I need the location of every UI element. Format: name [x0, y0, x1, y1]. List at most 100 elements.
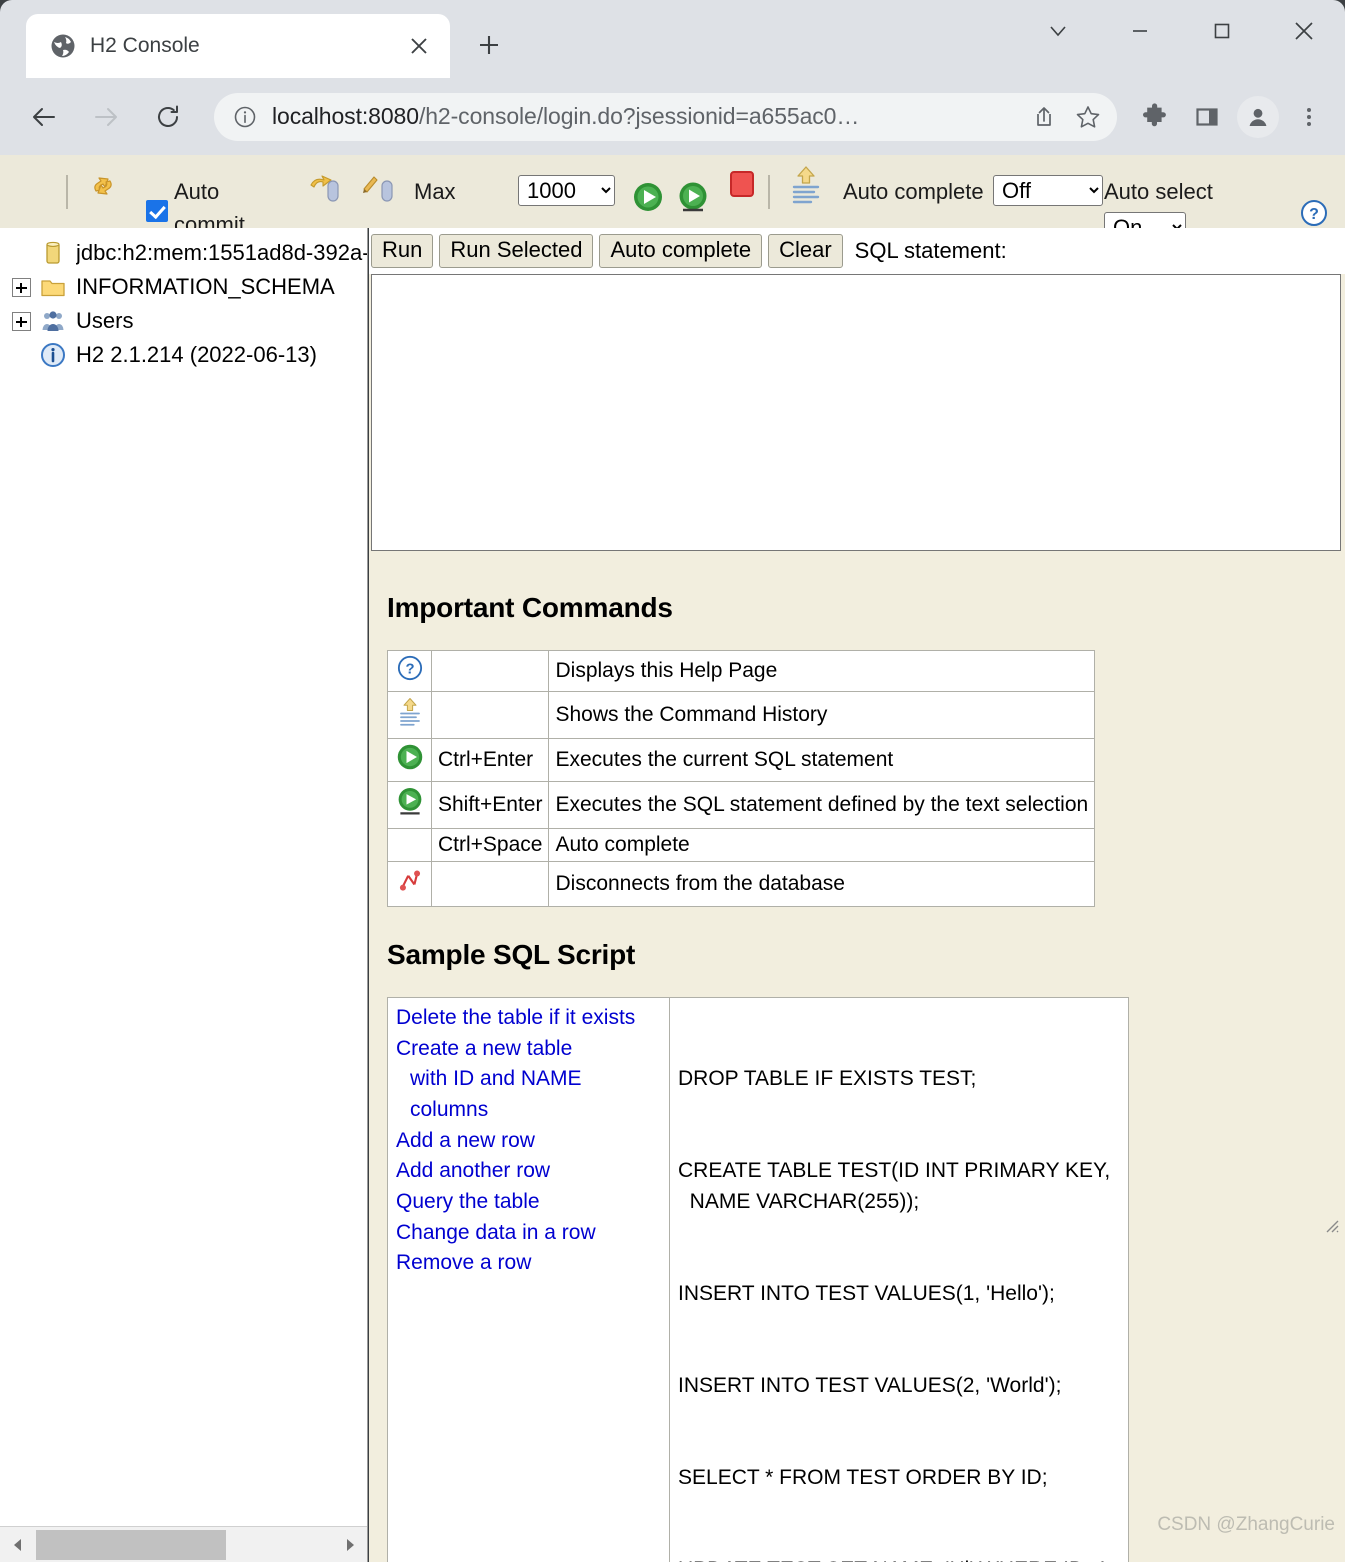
browser-navbar: localhost:8080/h2-console/login.do?jsess…	[0, 78, 1345, 155]
profile-avatar-icon[interactable]	[1237, 95, 1279, 138]
script-descriptions: Delete the table if it exists Create a n…	[387, 997, 670, 1562]
script-link[interactable]: Create a new table	[396, 1034, 661, 1065]
script-link[interactable]: Query the table	[396, 1187, 661, 1218]
sql-and-help-pane: Run Run Selected Auto complete Clear SQL…	[369, 228, 1345, 1562]
history-icon[interactable]	[387, 691, 432, 739]
run-button[interactable]: Run	[371, 233, 434, 269]
auto-select-label: Auto select	[1104, 179, 1213, 204]
extensions-puzzle-icon[interactable]	[1133, 95, 1177, 139]
script-link[interactable]: Add a new row	[396, 1126, 661, 1157]
minimize-icon[interactable]	[1099, 0, 1181, 62]
auto-complete-button[interactable]: Auto complete	[599, 233, 763, 269]
address-bar[interactable]: localhost:8080/h2-console/login.do?jsess…	[214, 92, 1117, 141]
auto-select-select[interactable]: On	[1104, 212, 1186, 228]
share-icon[interactable]	[1025, 98, 1063, 136]
sql-line: INSERT INTO TEST VALUES(1, 'Hello');	[678, 1281, 1055, 1305]
scroll-right-icon[interactable]	[332, 1527, 367, 1562]
window-controls	[1017, 0, 1345, 78]
command-description: Executes the SQL statement defined by th…	[548, 781, 1096, 829]
command-description: Disconnects from the database	[548, 861, 1096, 907]
new-tab-button[interactable]	[468, 24, 510, 66]
auto-complete-select[interactable]: Off	[993, 175, 1103, 206]
address-bar-text: localhost:8080/h2-console/login.do?jsess…	[272, 103, 1019, 130]
back-icon[interactable]	[22, 95, 66, 139]
help-document: Important Commands ? Displays this Help …	[369, 560, 1345, 1562]
max-rows-select[interactable]: 1000	[518, 175, 615, 206]
scroll-left-icon[interactable]	[0, 1527, 36, 1562]
help-question-icon[interactable]: ?	[1300, 199, 1328, 227]
script-link[interactable]: Add another row	[396, 1156, 661, 1187]
database-tree-pane: jdbc:h2:mem:1551ad8d-392a-4d INFORMATION…	[0, 228, 368, 1562]
browser-chrome: H2 Console localhost:8080/h2-console/log…	[0, 0, 1345, 155]
sql-line: DROP TABLE IF EXISTS TEST;	[678, 1067, 977, 1091]
tree-item-users[interactable]: Users	[12, 304, 367, 338]
star-icon[interactable]	[1069, 98, 1107, 136]
run-green-icon[interactable]	[632, 181, 664, 218]
sql-statement-input[interactable]	[371, 274, 1341, 551]
reload-icon[interactable]	[146, 95, 190, 139]
scrollbar-track[interactable]	[36, 1527, 332, 1562]
script-link[interactable]: Remove a row	[396, 1248, 661, 1279]
help-question-icon[interactable]: ?	[387, 650, 432, 692]
database-tree: jdbc:h2:mem:1551ad8d-392a-4d INFORMATION…	[0, 228, 367, 372]
command-shortcut: Shift+Enter	[430, 781, 550, 829]
browser-tab[interactable]: H2 Console	[26, 14, 450, 78]
toolbar-divider-1	[66, 175, 68, 209]
url-host: localhost:8080	[272, 103, 419, 129]
disconnect-icon[interactable]	[387, 861, 432, 907]
sql-line: SELECT * FROM TEST ORDER BY ID;	[678, 1465, 1048, 1489]
run-selected-green-icon[interactable]	[387, 781, 432, 829]
auto-commit-checkbox[interactable]	[146, 200, 168, 222]
sample-sql-script-title: Sample SQL Script	[387, 939, 636, 970]
script-link[interactable]: Change data in a row	[396, 1218, 661, 1249]
command-description: Displays this Help Page	[548, 650, 1096, 692]
auto-complete-label: Auto complete	[843, 179, 984, 204]
svg-text:?: ?	[1309, 206, 1319, 223]
command-shortcut	[430, 650, 550, 692]
sql-command-bar: Run Run Selected Auto complete Clear SQL…	[369, 228, 1345, 274]
table-row: Shift+Enter Executes the SQL statement d…	[387, 781, 1096, 829]
chevron-down-icon[interactable]	[1017, 0, 1099, 62]
rollback-icon[interactable]	[304, 169, 344, 214]
scrollbar-thumb[interactable]	[36, 1529, 226, 1560]
table-row: Disconnects from the database	[387, 861, 1096, 907]
tree-horizontal-scrollbar[interactable]	[0, 1526, 367, 1562]
maximize-icon[interactable]	[1181, 0, 1263, 62]
toolbar-divider-2	[768, 175, 770, 209]
history-icon[interactable]	[790, 165, 822, 210]
forward-icon[interactable]	[84, 95, 128, 139]
important-commands-table: ? Displays this Help Page Shows the Comm…	[387, 650, 1096, 907]
folder-icon	[40, 274, 66, 300]
script-sql: DROP TABLE IF EXISTS TEST; CREATE TABLE …	[669, 997, 1129, 1562]
run-green-icon[interactable]	[387, 738, 432, 782]
clear-button[interactable]: Clear	[768, 233, 843, 269]
script-link[interactable]: Delete the table if it exists	[396, 1003, 661, 1034]
refresh-icon[interactable]	[86, 169, 122, 210]
more-menu-icon[interactable]	[1287, 95, 1331, 139]
script-link-cont[interactable]: with ID and NAME columns	[396, 1064, 661, 1125]
run-selected-button[interactable]: Run Selected	[439, 233, 594, 269]
tree-item-information-schema[interactable]: INFORMATION_SCHEMA	[12, 270, 367, 304]
stop-icon[interactable]	[729, 171, 755, 202]
run-selected-green-icon[interactable]	[677, 181, 709, 218]
command-description: Executes the current SQL statement	[548, 738, 1096, 782]
watermark: CSDN @ZhangCurie	[1157, 1514, 1335, 1535]
window-close-icon[interactable]	[1263, 0, 1345, 62]
close-icon[interactable]	[402, 29, 436, 63]
commit-icon[interactable]	[358, 169, 398, 214]
globe-icon	[50, 33, 76, 59]
expand-icon[interactable]	[12, 311, 31, 331]
tree-item-label: jdbc:h2:mem:1551ad8d-392a-4d	[76, 240, 367, 265]
tree-item-label: H2 2.1.214 (2022-06-13)	[76, 342, 317, 367]
browser-titlebar: H2 Console	[0, 0, 1345, 78]
table-row: Ctrl+Enter Executes the current SQL stat…	[387, 738, 1096, 782]
sql-statement-label: SQL statement:	[854, 238, 1007, 263]
table-row: ? Displays this Help Page	[387, 650, 1096, 692]
sql-line: CREATE TABLE TEST(ID INT PRIMARY KEY, NA…	[678, 1159, 1111, 1213]
expand-icon[interactable]	[12, 277, 31, 297]
side-panel-icon[interactable]	[1185, 95, 1229, 139]
info-icon[interactable]	[232, 104, 258, 130]
sql-line: UPDATE TEST SET NAME='Hi' WHERE ID=1;	[678, 1555, 1120, 1562]
command-shortcut: Ctrl+Space	[430, 828, 550, 862]
tree-item-connection[interactable]: jdbc:h2:mem:1551ad8d-392a-4d	[12, 236, 367, 270]
